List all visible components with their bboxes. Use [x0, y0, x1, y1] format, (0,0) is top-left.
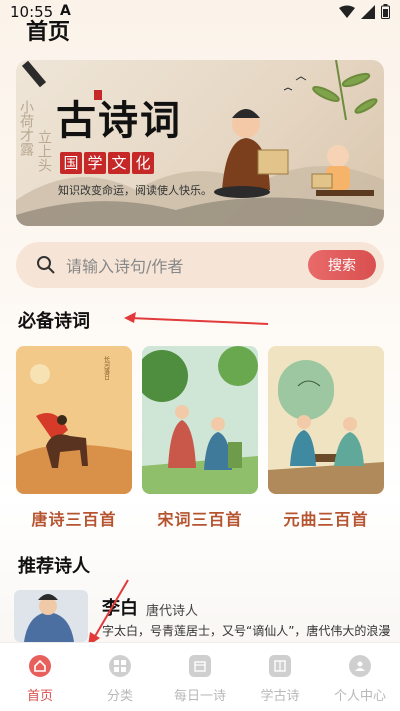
tab-category[interactable]: 分类 [80, 643, 160, 711]
banner-subtitle-char: 文 [108, 152, 130, 174]
tab-label: 学古诗 [260, 689, 300, 704]
user-icon [349, 655, 371, 677]
collection-label: 宋词三百首 [157, 510, 243, 529]
banner-subtitle-char: 化 [132, 152, 154, 174]
signal-icon [361, 4, 375, 19]
tab-label: 每日一诗 [173, 689, 226, 704]
banner-subtitle-char: 学 [84, 152, 106, 174]
horse-rider-illustration: 长河落日 [16, 346, 132, 494]
svg-text:长河落日: 长河落日 [103, 355, 110, 381]
tea-gathering-illustration [268, 346, 384, 494]
hero-banner[interactable]: 小荷才露 立上头 古诗词 国 学 文 化 知识改变命运，阅读使人快乐。 [16, 60, 384, 226]
grid-icon [109, 655, 131, 677]
tab-learn-poems[interactable]: 学古诗 [240, 643, 320, 711]
svg-text:小荷才露: 小荷才露 [18, 100, 34, 157]
search-bar: 搜索 [16, 242, 384, 288]
tab-label: 首页 [26, 689, 53, 704]
svg-text:立上头: 立上头 [36, 130, 52, 172]
section-title-poets: 推荐诗人 [18, 556, 90, 577]
tab-profile[interactable]: 个人中心 [320, 643, 400, 711]
search-icon [37, 256, 55, 274]
banner-subtitle-char: 国 [60, 152, 82, 174]
tab-daily-poem[interactable]: 每日一诗 [160, 643, 240, 711]
banner-title: 古诗词 [56, 97, 182, 144]
search-button[interactable]: 搜索 [308, 250, 376, 280]
poet-avatar [14, 590, 88, 642]
tab-label: 个人中心 [333, 689, 386, 704]
tab-label: 分类 [106, 689, 133, 704]
wifi-icon [339, 5, 355, 18]
collection-cards: 长河落日 唐诗三百首 宋词三百首 元曲三百首 [16, 346, 384, 530]
collection-card-tang[interactable]: 长河落日 唐诗三百首 [16, 346, 132, 530]
search-input[interactable] [64, 252, 308, 280]
tab-home[interactable]: 首页 [0, 643, 80, 711]
collection-card-yuan[interactable]: 元曲三百首 [268, 346, 384, 530]
book-icon [269, 655, 291, 677]
collection-label: 唐诗三百首 [31, 510, 117, 529]
poet-dynasty: 唐代诗人 [146, 604, 199, 619]
banner-slogan: 知识改变命运，阅读使人快乐。 [58, 184, 212, 197]
poet-list-item[interactable]: 李白 唐代诗人 字太白，号青莲居士，又号“谪仙人”，唐代伟大的浪漫 [14, 590, 394, 642]
annotation-arrow-icon [88, 579, 129, 646]
banner-subtitle: 国 学 文 化 [60, 152, 154, 174]
collection-label: 元曲三百首 [283, 510, 369, 529]
status-icons [339, 4, 390, 19]
bottom-tab-bar: 首页 分类 每日一诗 学古诗 个人中心 [0, 642, 400, 711]
calendar-icon [189, 655, 211, 677]
home-icon [29, 655, 51, 677]
page-title: 首页 [26, 20, 71, 45]
annotation-arrow-icon [124, 312, 269, 325]
collection-card-song[interactable]: 宋词三百首 [142, 346, 258, 530]
scholars-garden-illustration [142, 346, 258, 494]
section-title-essential: 必备诗词 [18, 311, 90, 332]
battery-icon [381, 4, 390, 19]
poet-description: 字太白，号青莲居士，又号“谪仙人”，唐代伟大的浪漫 [102, 624, 391, 638]
